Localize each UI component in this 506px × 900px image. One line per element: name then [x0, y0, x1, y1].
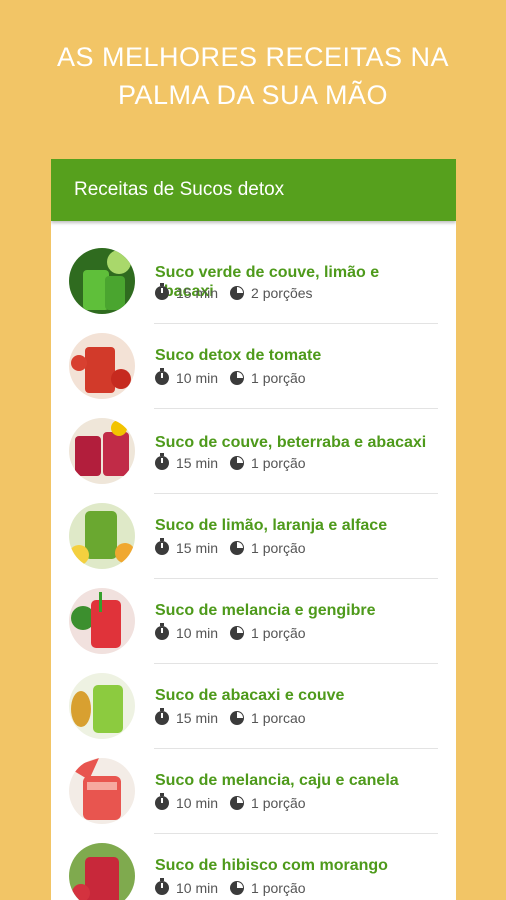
app-screen: Receitas de Sucos detox Suco verde de co… — [51, 159, 456, 900]
recipe-list[interactable]: Suco verde de couve, limão e abacaxi 15 … — [51, 239, 456, 900]
timer-icon — [155, 368, 169, 385]
recipe-time: 10 min — [176, 880, 219, 896]
recipe-time: 10 min — [176, 795, 219, 811]
recipe-thumbnail — [69, 843, 135, 900]
list-item[interactable]: Suco de melancia e gengibre 10 min 1 por… — [51, 579, 456, 664]
recipe-time: 10 min — [176, 625, 219, 641]
timer-icon — [155, 283, 169, 300]
timer-icon — [155, 453, 169, 470]
recipe-servings: 1 porção — [251, 880, 306, 896]
app-bar: Receitas de Sucos detox — [51, 159, 456, 221]
promo-headline: AS MELHORES RECEITAS NA PALMA DA SUA MÃO — [0, 38, 506, 114]
recipe-thumbnail — [69, 503, 135, 569]
recipe-title: Suco de melancia, caju e canela — [155, 772, 399, 789]
recipe-meta: 10 min 1 porção — [155, 623, 306, 641]
list-item[interactable]: Suco de limão, laranja e alface 15 min 1… — [51, 494, 456, 579]
recipe-meta: 10 min 1 porção — [155, 878, 306, 896]
headline-line-2: PALMA DA SUA MÃO — [117, 80, 389, 110]
servings-icon — [230, 881, 245, 895]
timer-icon — [155, 708, 169, 725]
recipe-servings: 1 porção — [251, 455, 306, 471]
recipe-meta: 15 min 1 porção — [155, 538, 306, 556]
recipe-title: Suco de couve, beterraba e abacaxi — [155, 434, 427, 451]
list-item[interactable]: Suco detox de tomate 10 min 1 porção — [51, 324, 456, 409]
recipe-meta: 15 min 1 porção — [155, 453, 306, 471]
recipe-meta: 10 min 1 porção — [155, 793, 306, 811]
recipe-thumbnail — [69, 588, 135, 654]
recipe-title: Suco de hibisco com morango — [155, 857, 388, 874]
list-item[interactable]: Suco de melancia, caju e canela 10 min 1… — [51, 749, 456, 834]
recipe-thumbnail — [69, 758, 135, 824]
recipe-title: Suco detox de tomate — [155, 347, 322, 364]
list-item[interactable]: Suco de hibisco com morango 10 min 1 por… — [51, 834, 456, 900]
servings-icon — [230, 286, 245, 300]
recipe-servings: 2 porções — [251, 285, 313, 301]
recipe-title: Suco de abacaxi e couve — [155, 687, 345, 704]
recipe-servings: 1 porção — [251, 540, 306, 556]
app-title: Receitas de Sucos detox — [74, 179, 285, 200]
recipe-thumbnail — [69, 333, 135, 399]
recipe-time: 15 min — [176, 285, 219, 301]
recipe-time: 15 min — [176, 710, 219, 726]
recipe-time: 15 min — [176, 455, 219, 471]
recipe-servings: 1 porção — [251, 370, 306, 386]
recipe-meta: 10 min 1 porção — [155, 368, 306, 386]
recipe-title: Suco de limão, laranja e alface — [155, 517, 388, 534]
recipe-time: 15 min — [176, 540, 219, 556]
list-item[interactable]: Suco de abacaxi e couve 15 min 1 porcao — [51, 664, 456, 749]
recipe-time: 10 min — [176, 370, 219, 386]
list-item[interactable]: Suco de couve, beterraba e abacaxi 15 mi… — [51, 409, 456, 494]
recipe-servings: 1 porção — [251, 625, 306, 641]
servings-icon — [230, 371, 245, 385]
recipe-servings: 1 porcao — [251, 710, 306, 726]
recipe-title: Suco de melancia e gengibre — [155, 602, 376, 619]
timer-icon — [155, 538, 169, 555]
recipe-thumbnail — [69, 418, 135, 484]
headline-line-1: AS MELHORES RECEITAS NA — [56, 42, 450, 72]
servings-icon — [230, 456, 245, 470]
recipe-thumbnail — [69, 673, 135, 739]
timer-icon — [155, 793, 169, 810]
recipe-meta: 15 min 1 porcao — [155, 708, 306, 726]
servings-icon — [230, 541, 245, 555]
timer-icon — [155, 623, 169, 640]
timer-icon — [155, 878, 169, 895]
recipe-thumbnail — [69, 248, 135, 314]
recipe-meta: 15 min 2 porções — [155, 283, 313, 301]
recipe-servings: 1 porção — [251, 795, 306, 811]
list-item[interactable]: Suco verde de couve, limão e abacaxi 15 … — [51, 239, 456, 324]
servings-icon — [230, 626, 245, 640]
servings-icon — [230, 711, 245, 725]
servings-icon — [230, 796, 245, 810]
